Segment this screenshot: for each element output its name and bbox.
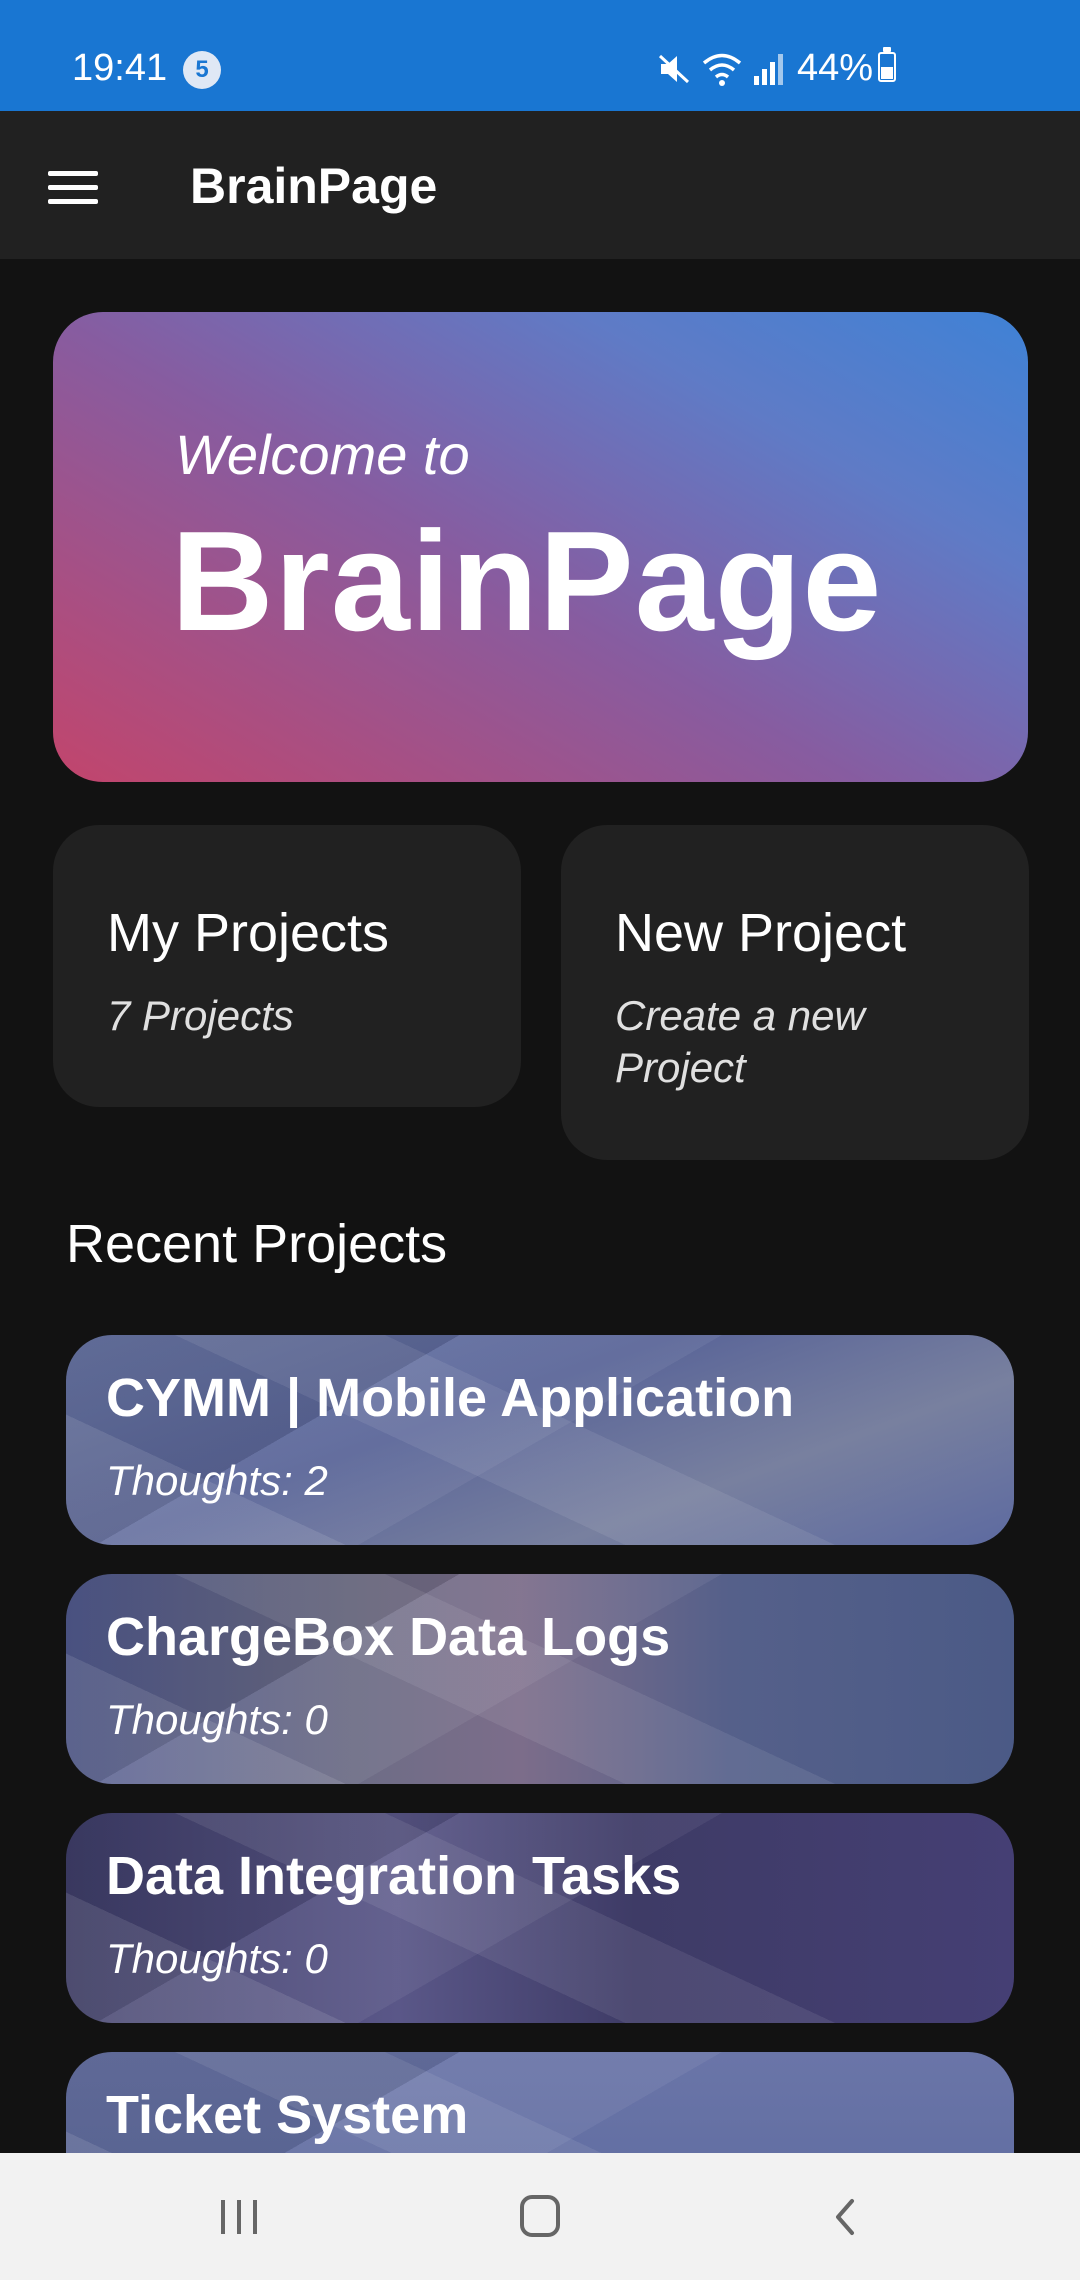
notification-count-badge: 5 <box>183 51 221 89</box>
app-title: BrainPage <box>190 158 438 214</box>
my-projects-card[interactable]: My Projects 7 Projects <box>53 825 521 1107</box>
welcome-title: BrainPage <box>171 502 883 661</box>
system-nav-bar <box>0 2153 1080 2280</box>
battery-icon <box>878 47 896 82</box>
recent-project-item[interactable]: ChargeBox Data Logs Thoughts: 0 <box>66 1574 1014 1784</box>
project-name: CYMM | Mobile Application <box>106 1368 795 1428</box>
status-time: 19:41 <box>72 47 168 89</box>
signal-icon <box>754 54 783 85</box>
my-projects-count: 7 Projects <box>107 992 294 1039</box>
recent-project-item[interactable]: CYMM | Mobile Application Thoughts: 2 <box>66 1335 1014 1545</box>
status-bar: 19:41 5 44% <box>0 0 1080 111</box>
my-projects-title: My Projects <box>107 903 390 963</box>
recent-project-item[interactable]: Data Integration Tasks Thoughts: 0 <box>66 1813 1014 2023</box>
project-name: ChargeBox Data Logs <box>106 1607 671 1667</box>
hamburger-menu-icon[interactable] <box>28 149 118 221</box>
app-bar: BrainPage <box>0 111 1080 259</box>
welcome-text: Welcome to <box>175 423 470 486</box>
new-project-title: New Project <box>615 903 907 963</box>
home-icon[interactable] <box>520 2195 560 2237</box>
new-project-subtitle: Create a new Project <box>615 992 865 1091</box>
project-thoughts-count: Thoughts: 2 <box>106 1457 328 1504</box>
battery-percent: 44% <box>797 47 874 89</box>
recent-apps-icon[interactable] <box>219 2200 259 2234</box>
recent-projects-heading: Recent Projects <box>66 1214 448 1274</box>
project-name: Data Integration Tasks <box>106 1846 682 1906</box>
project-thoughts-count: Thoughts: 0 <box>106 1696 328 1743</box>
welcome-banner: Welcome to BrainPage <box>53 312 1028 782</box>
wifi-icon <box>702 53 742 86</box>
mute-icon <box>658 54 690 84</box>
new-project-card[interactable]: New Project Create a new Project <box>561 825 1029 1160</box>
project-name: Ticket System <box>106 2085 469 2145</box>
back-icon[interactable] <box>826 2197 866 2237</box>
project-thoughts-count: Thoughts: 0 <box>106 1935 328 1982</box>
